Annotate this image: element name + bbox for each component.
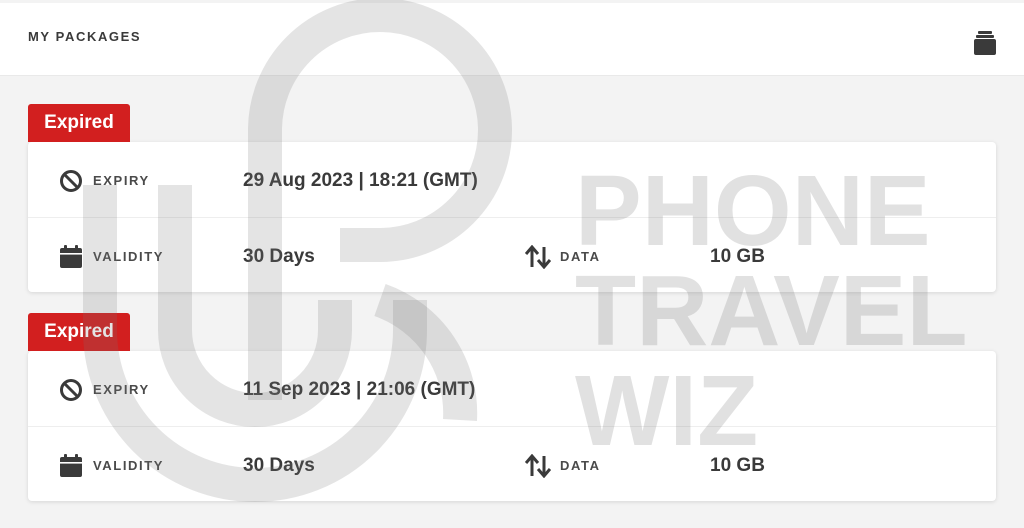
expiry-value: 29 Aug 2023 | 18:21 (GMT)	[243, 170, 478, 191]
status-badge: Expired	[28, 104, 130, 142]
expiry-value: 11 Sep 2023 | 21:06 (GMT)	[243, 379, 476, 400]
expiry-label: EXPIRY	[93, 173, 150, 188]
calendar-icon	[60, 245, 82, 268]
up-down-arrows-icon	[525, 454, 551, 478]
ban-icon	[60, 170, 82, 192]
data-value: 10 GB	[710, 246, 765, 267]
page-title: MY PACKAGES	[28, 29, 142, 44]
validity-row: VALIDITY 30 Days DATA 10 GB	[28, 217, 996, 292]
expiry-row: EXPIRY 29 Aug 2023 | 18:21 (GMT)	[28, 142, 996, 218]
package-icon[interactable]	[974, 31, 996, 55]
validity-label: VALIDITY	[93, 249, 165, 264]
validity-value: 30 Days	[243, 455, 315, 476]
data-label: DATA	[560, 458, 601, 473]
package-details: EXPIRY 11 Sep 2023 | 21:06 (GMT) VALIDIT…	[28, 351, 996, 501]
status-badge: Expired	[28, 313, 130, 351]
expiry-label: EXPIRY	[93, 382, 150, 397]
app-root: MY PACKAGES Expired EXPIRY 29 Aug 2023 |…	[0, 0, 1024, 528]
expiry-row: EXPIRY 11 Sep 2023 | 21:06 (GMT)	[28, 351, 996, 427]
package-details: EXPIRY 29 Aug 2023 | 18:21 (GMT) VALIDIT…	[28, 142, 996, 292]
validity-label: VALIDITY	[93, 458, 165, 473]
data-value: 10 GB	[710, 455, 765, 476]
ban-icon	[60, 379, 82, 401]
calendar-icon	[60, 454, 82, 477]
validity-value: 30 Days	[243, 246, 315, 267]
up-down-arrows-icon	[525, 245, 551, 269]
header-bar: MY PACKAGES	[0, 3, 1024, 76]
validity-row: VALIDITY 30 Days DATA 10 GB	[28, 426, 996, 501]
data-label: DATA	[560, 249, 601, 264]
